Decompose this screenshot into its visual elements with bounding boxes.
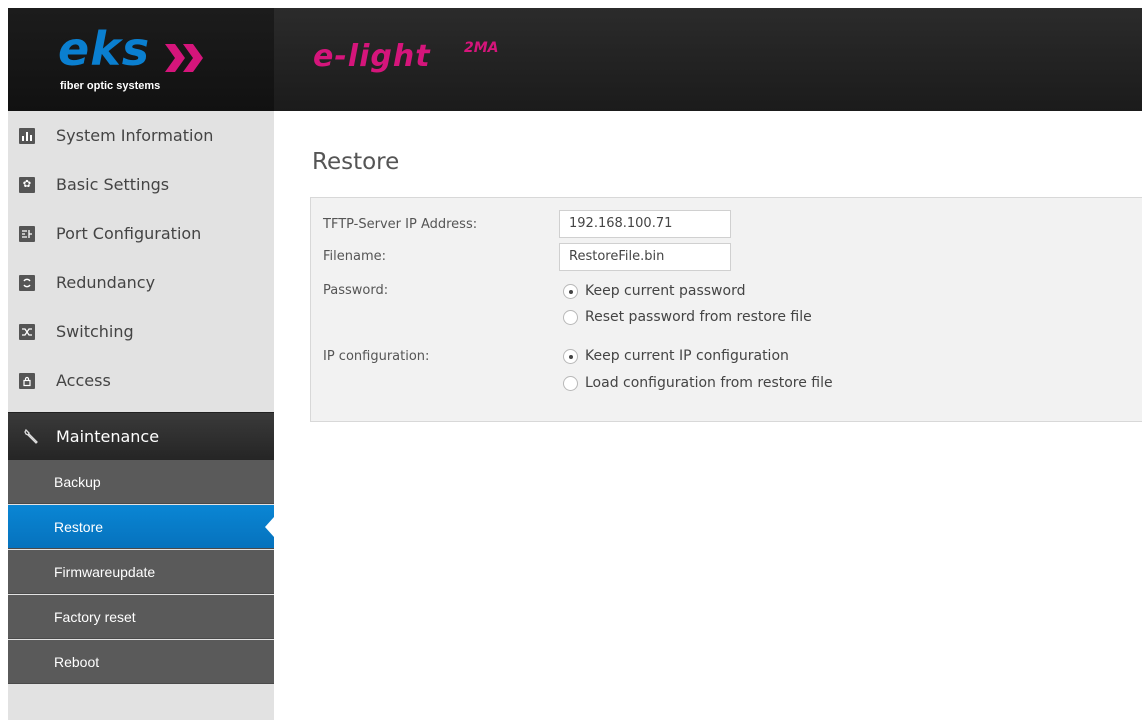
lock-icon xyxy=(19,372,35,389)
tftp-server-ip-input[interactable]: 192.168.100.71 xyxy=(559,210,731,238)
sidebar-item-label: Switching xyxy=(56,322,134,341)
submenu-item-label: Backup xyxy=(54,473,101,490)
submenu-item-label: Factory reset xyxy=(54,608,136,625)
app-frame: eks fiber optic systems e-light 2MA Syst… xyxy=(8,8,1142,720)
submenu-item-factory-reset[interactable]: Factory reset xyxy=(8,595,274,639)
radio-label: Reset password from restore file xyxy=(585,309,812,325)
radio-label: Keep current IP configuration xyxy=(585,348,789,364)
radio-button[interactable] xyxy=(563,375,578,391)
port-config-icon xyxy=(19,225,35,242)
sidebar-item-maintenance[interactable]: Maintenance xyxy=(8,412,274,460)
tftp-server-label: TFTP-Server IP Address: xyxy=(323,217,478,232)
sidebar-item-port-configuration[interactable]: Port Configuration xyxy=(8,209,274,258)
sidebar-item-basic-settings[interactable]: ✿ Basic Settings xyxy=(8,160,274,209)
sidebar-item-label: System Information xyxy=(56,126,214,145)
submenu-item-label: Restore xyxy=(54,518,104,535)
sidebar-item-access[interactable]: Access xyxy=(8,356,274,405)
sidebar-item-label: Basic Settings xyxy=(56,175,170,194)
sidebar-item-switching[interactable]: Switching xyxy=(8,307,274,356)
logo-text: eks xyxy=(58,22,151,76)
radio-keep-password[interactable]: Keep current password xyxy=(563,283,745,299)
sidebar-item-redundancy[interactable]: Redundancy xyxy=(8,258,274,307)
submenu-item-restore[interactable]: Restore xyxy=(8,505,274,549)
radio-label: Load configuration from restore file xyxy=(585,375,833,391)
filename-label: Filename: xyxy=(323,249,387,264)
radio-reset-password[interactable]: Reset password from restore file xyxy=(563,309,812,325)
sidebar: System Information ✿ Basic Settings Port… xyxy=(8,111,274,720)
radio-button[interactable] xyxy=(563,309,578,325)
radio-label: Keep current password xyxy=(585,283,746,299)
gear-icon: ✿ xyxy=(19,176,35,193)
product-suffix: 2MA xyxy=(464,40,499,56)
bar-chart-icon xyxy=(19,127,35,144)
product-name: e-light xyxy=(313,39,431,74)
restore-form-panel: TFTP-Server IP Address: 192.168.100.71 F… xyxy=(310,197,1142,422)
filename-input[interactable]: RestoreFile.bin xyxy=(559,243,731,271)
radio-button-checked[interactable] xyxy=(563,348,578,364)
submenu-item-backup[interactable]: Backup xyxy=(8,460,274,504)
active-indicator xyxy=(265,517,274,537)
sidebar-item-system-information[interactable]: System Information xyxy=(8,111,274,160)
submenu-item-label: Reboot xyxy=(54,653,100,670)
radio-keep-ip-config[interactable]: Keep current IP configuration xyxy=(563,348,789,364)
submenu-item-reboot[interactable]: Reboot xyxy=(8,640,274,684)
page-title: Restore xyxy=(312,149,400,175)
logo-tagline: fiber optic systems xyxy=(60,80,161,92)
sidebar-section-label: Maintenance xyxy=(56,427,160,446)
sidebar-item-label: Access xyxy=(56,371,111,390)
wrench-icon xyxy=(24,428,38,444)
ip-configuration-label: IP configuration: xyxy=(323,349,430,364)
top-header: eks fiber optic systems e-light 2MA xyxy=(8,8,1142,111)
radio-button-checked[interactable] xyxy=(563,283,578,299)
logo-chevrons-icon xyxy=(165,44,203,72)
main-content: Restore TFTP-Server IP Address: 192.168.… xyxy=(274,111,1142,720)
shuffle-icon xyxy=(19,323,35,340)
radio-load-config[interactable]: Load configuration from restore file xyxy=(563,375,833,391)
submenu-item-firmwareupdate[interactable]: Firmwareupdate xyxy=(8,550,274,594)
brand-logo[interactable]: eks fiber optic systems xyxy=(8,8,274,111)
redundancy-icon xyxy=(19,274,35,291)
sidebar-item-label: Redundancy xyxy=(56,273,156,292)
password-label: Password: xyxy=(323,283,389,298)
submenu-item-label: Firmwareupdate xyxy=(54,563,156,580)
sidebar-item-label: Port Configuration xyxy=(56,224,202,243)
